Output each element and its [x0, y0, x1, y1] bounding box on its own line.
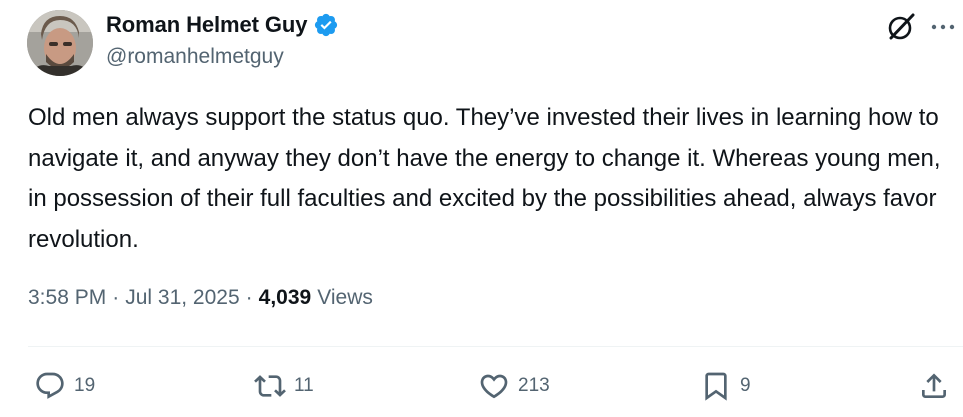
views-count[interactable]: 4,039 [259, 286, 312, 310]
grok-icon[interactable] [886, 12, 916, 42]
bookmark-count: 9 [740, 375, 751, 396]
share-button[interactable] [918, 370, 950, 402]
meta-separator: · [112, 286, 120, 309]
bookmark-button[interactable]: 9 [700, 370, 751, 402]
tweet-card[interactable]: Roman Helmet Guy @romanhelmetguy Old men… [0, 0, 963, 417]
more-horizontal-icon[interactable] [928, 14, 958, 40]
retweet-icon [254, 375, 286, 397]
tweet-meta: 3:58 PM · Jul 31, 2025 · 4,039 Views [28, 286, 373, 310]
meta-separator: · [245, 286, 253, 309]
retweet-count: 11 [294, 375, 314, 396]
display-name[interactable]: Roman Helmet Guy [106, 12, 307, 38]
views-label[interactable]: Views [317, 286, 373, 310]
reply-icon [36, 372, 64, 399]
author-handle[interactable]: @romanhelmetguy [106, 45, 284, 69]
retweet-button[interactable]: 11 [254, 370, 314, 402]
reply-count: 19 [74, 375, 96, 396]
reply-button[interactable]: 19 [34, 370, 95, 402]
tweet-date[interactable]: Jul 31, 2025 [125, 286, 239, 310]
divider [28, 346, 963, 347]
bookmark-icon [705, 372, 727, 401]
heart-icon [480, 374, 508, 399]
like-button[interactable]: 213 [478, 370, 550, 402]
tweet-time[interactable]: 3:58 PM [28, 286, 106, 310]
like-count: 213 [518, 375, 550, 396]
tweet-text: Old men always support the status quo. T… [28, 104, 941, 253]
avatar-image [27, 10, 93, 76]
display-name-row[interactable]: Roman Helmet Guy [106, 9, 339, 41]
share-icon [922, 373, 946, 398]
avatar[interactable] [27, 10, 93, 76]
verified-badge-icon[interactable] [313, 12, 339, 38]
